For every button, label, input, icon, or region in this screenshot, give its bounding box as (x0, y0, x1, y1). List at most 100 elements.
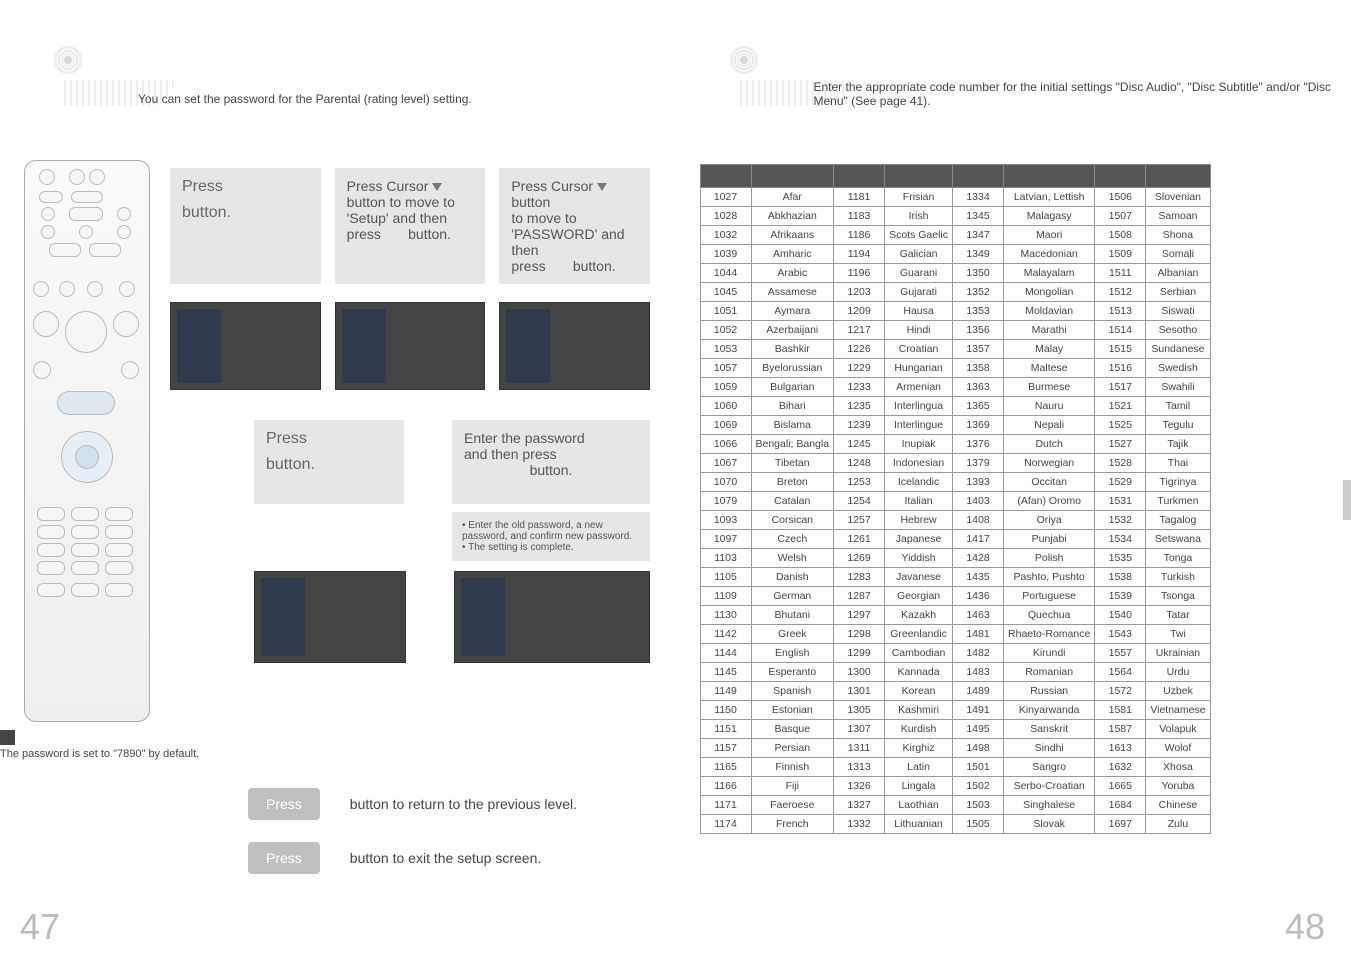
code-cell: 1039 (700, 245, 751, 264)
language-cell: Tamil (1146, 397, 1210, 416)
step4-button: button. (266, 456, 392, 474)
code-cell: 1151 (700, 720, 751, 739)
language-cell: Turkmen (1146, 492, 1210, 511)
language-cell: Pashto, Pushto (1004, 568, 1095, 587)
language-cell: Korean (885, 682, 953, 701)
language-cell: Swahili (1146, 378, 1210, 397)
intro-text: You can set the password for the Parenta… (138, 92, 472, 106)
code-cell: 1142 (700, 625, 751, 644)
language-cell: Tegulu (1146, 416, 1210, 435)
code-cell: 1513 (1095, 302, 1146, 321)
language-cell: Assamese (751, 283, 834, 302)
language-cell: Yiddish (885, 549, 953, 568)
code-cell: 1352 (953, 283, 1004, 302)
language-cell: Mongolian (1004, 283, 1095, 302)
language-code-table: 1027Afar1181Frisian1334Latvian, Lettish1… (700, 164, 1211, 834)
code-cell: 1539 (1095, 587, 1146, 606)
language-cell: Shona (1146, 226, 1210, 245)
language-cell: Georgian (885, 587, 953, 606)
step3-l3: 'PASSWORD' and then (511, 226, 638, 258)
language-cell: Malay (1004, 340, 1095, 359)
code-cell: 1435 (953, 568, 1004, 587)
language-cell: (Afan) Oromo (1004, 492, 1095, 511)
language-cell: Armenian (885, 378, 953, 397)
code-cell: 1365 (953, 397, 1004, 416)
code-cell: 1535 (1095, 549, 1146, 568)
language-cell: Latin (885, 758, 953, 777)
language-cell: Tajik (1146, 435, 1210, 454)
code-cell: 1376 (953, 435, 1004, 454)
screenshot-password-1 (254, 571, 406, 663)
language-cell: Kannada (885, 663, 953, 682)
code-cell: 1051 (700, 302, 751, 321)
language-cell: Marathi (1004, 321, 1095, 340)
step5-button: button. (464, 462, 638, 478)
language-cell: Sindhi (1004, 739, 1095, 758)
language-cell: Greenlandic (885, 625, 953, 644)
language-cell: English (751, 644, 834, 663)
step3-l2: to move to (511, 210, 638, 226)
code-cell: 1070 (700, 473, 751, 492)
language-cell: Maori (1004, 226, 1095, 245)
table-row: 1165Finnish1313Latin1501Sangro1632Xhosa (700, 758, 1210, 777)
language-cell: Russian (1004, 682, 1095, 701)
language-cell: Urdu (1146, 663, 1210, 682)
language-cell: Galician (885, 245, 953, 264)
language-cell: Romanian (1004, 663, 1095, 682)
code-cell: 1287 (834, 587, 885, 606)
code-cell: 1313 (834, 758, 885, 777)
language-cell: Kirghiz (885, 739, 953, 758)
th-code-1 (700, 165, 751, 188)
language-cell: Persian (751, 739, 834, 758)
language-cell: Kirundi (1004, 644, 1095, 663)
step2-press: press (347, 226, 381, 242)
language-cell: Somali (1146, 245, 1210, 264)
language-cell: Samoan (1146, 207, 1210, 226)
language-cell: Siswati (1146, 302, 1210, 321)
code-cell: 1507 (1095, 207, 1146, 226)
code-cell: 1299 (834, 644, 885, 663)
language-cell: Tagalog (1146, 511, 1210, 530)
table-row: 1028Abkhazian1183Irish1345Malagasy1507Sa… (700, 207, 1210, 226)
table-row: 1149Spanish1301Korean1489Russian1572Uzbe… (700, 682, 1210, 701)
page-number-47: 47 (20, 906, 60, 948)
language-cell: Bengali; Bangla (751, 435, 834, 454)
code-cell: 1334 (953, 188, 1004, 207)
table-row: 1069Bislama1239Interlingue1369Nepali1525… (700, 416, 1210, 435)
table-row: 1174French1332Lithuanian1505Slovak1697Zu… (700, 815, 1210, 834)
language-cell: Moldavian (1004, 302, 1095, 321)
default-note: The password is set to "7890" by default… (0, 730, 199, 760)
th-code-4 (1095, 165, 1146, 188)
code-cell: 1527 (1095, 435, 1146, 454)
language-cell: Tatar (1146, 606, 1210, 625)
code-cell: 1069 (700, 416, 751, 435)
code-cell: 1226 (834, 340, 885, 359)
language-cell: Norwegian (1004, 454, 1095, 473)
code-cell: 1327 (834, 796, 885, 815)
code-cell: 1532 (1095, 511, 1146, 530)
language-cell: Aymara (751, 302, 834, 321)
language-cell: Hausa (885, 302, 953, 321)
code-cell: 1130 (700, 606, 751, 625)
code-cell: 1166 (700, 777, 751, 796)
page-number-48: 48 (1285, 906, 1325, 948)
table-row: 1103Welsh1269Yiddish1428Polish1535Tonga (700, 549, 1210, 568)
code-cell: 1196 (834, 264, 885, 283)
steps-area: Press button. Press Cursor button to mov… (170, 168, 650, 663)
language-cell: Azerbaijani (751, 321, 834, 340)
language-cell: Setswana (1146, 530, 1210, 549)
code-cell: 1525 (1095, 416, 1146, 435)
side-tab (1343, 480, 1351, 520)
language-cell: Spanish (751, 682, 834, 701)
code-cell: 1369 (953, 416, 1004, 435)
code-cell: 1229 (834, 359, 885, 378)
code-cell: 1103 (700, 549, 751, 568)
code-cell: 1149 (700, 682, 751, 701)
code-cell: 1307 (834, 720, 885, 739)
language-cell: Bashkir (751, 340, 834, 359)
language-cell: Tigrinya (1146, 473, 1210, 492)
code-cell: 1358 (953, 359, 1004, 378)
screenshot-setup-1 (170, 302, 321, 390)
language-cell: Chinese (1146, 796, 1210, 815)
language-cell: Gujarati (885, 283, 953, 302)
